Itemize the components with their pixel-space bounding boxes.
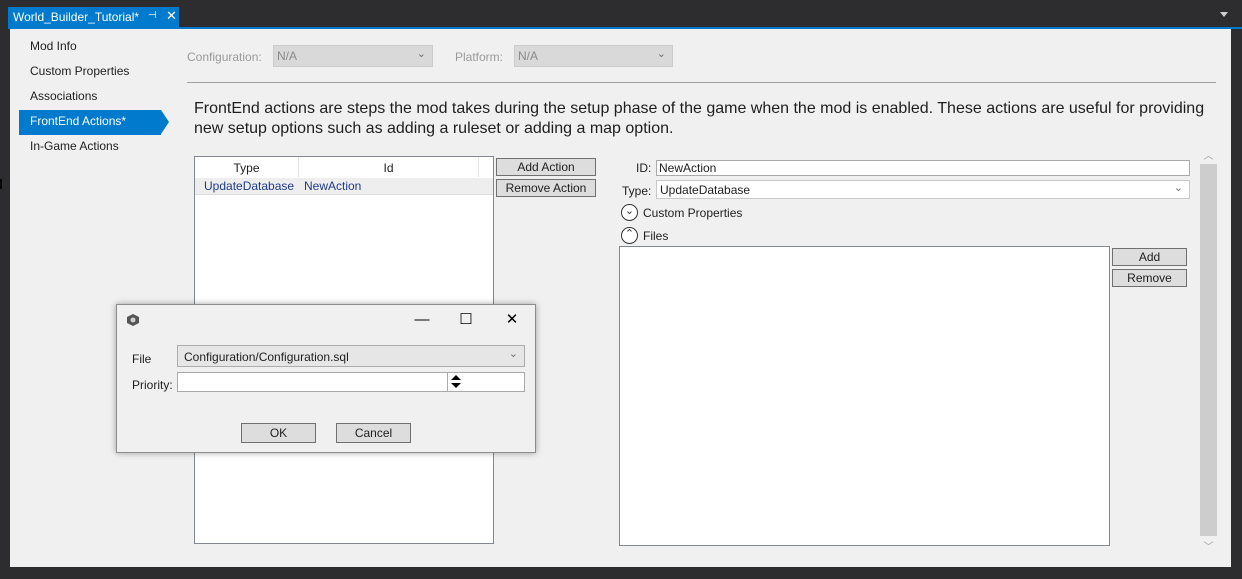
type-select[interactable]: UpdateDatabase ⌄ [656,180,1190,199]
ok-button[interactable]: OK [241,423,316,443]
files-list[interactable] [619,246,1110,546]
table-row[interactable]: UpdateDatabase NewAction [195,178,493,195]
chevron-down-icon: ⌄ [416,48,426,60]
files-label: Files [643,229,669,243]
collapse-files-button[interactable]: ⌃ [621,227,638,244]
minimize-icon[interactable]: — [407,309,437,331]
tab-overflow-dropdown-icon[interactable] [1220,12,1228,17]
add-file-dialog: — ☐ ✕ File Configuration/Configuration.s… [116,304,536,453]
actions-list-header: Type Id [195,157,493,177]
mod-properties-page: Mod Info Custom Properties Associations … [10,29,1231,567]
divider [187,82,1216,83]
configuration-label: Configuration: [187,50,262,64]
remove-action-button[interactable]: Remove Action [496,179,596,197]
column-header-type[interactable]: Type [195,157,299,177]
close-icon[interactable]: ✕ [166,8,177,24]
column-header-id[interactable]: Id [299,157,479,177]
pin-icon[interactable]: ⊣ [148,10,157,21]
type-value: UpdateDatabase [660,183,751,197]
sidebar-item-in-game-actions[interactable]: In-Game Actions [19,135,174,160]
vertical-scrollbar[interactable]: ︿ ﹀ [1200,147,1217,554]
configuration-select[interactable]: N/A ⌄ [273,45,433,67]
configuration-value: N/A [277,49,298,63]
file-label: File [132,352,152,366]
priority-label: Priority: [132,378,173,392]
cancel-button[interactable]: Cancel [336,423,411,443]
stepper-down-icon[interactable] [451,383,461,388]
row-type-cell: UpdateDatabase [204,179,295,193]
page-description: FrontEnd actions are steps the mod takes… [194,100,1205,137]
id-label: ID: [636,161,652,175]
maximize-icon[interactable]: ☐ [451,309,481,331]
stepper-up-icon[interactable] [451,375,461,380]
file-value: Configuration/Configuration.sql [184,350,349,364]
add-file-button[interactable]: Add [1112,248,1187,266]
row-id-cell: NewAction [304,179,362,193]
edge-marker [0,179,2,189]
chevron-down-icon: ⌄ [1173,182,1183,194]
platform-value: N/A [518,49,539,63]
sidebar-item-custom-properties[interactable]: Custom Properties [19,60,174,85]
chevron-up-icon: ⌃ [624,228,635,240]
id-input[interactable]: NewAction [656,160,1190,176]
document-tab[interactable]: World_Builder_Tutorial* ⊣ ✕ [8,7,179,27]
custom-properties-label: Custom Properties [643,206,743,220]
sidebar-item-frontend-actions[interactable]: FrontEnd Actions* [19,110,169,135]
document-tab-title: World_Builder_Tutorial* [13,10,140,24]
file-select[interactable]: Configuration/Configuration.sql ⌄ [177,345,525,367]
remove-file-button[interactable]: Remove [1112,269,1187,287]
close-icon[interactable]: ✕ [497,309,527,331]
chevron-down-icon: ⌄ [508,348,518,360]
platform-select[interactable]: N/A ⌄ [514,45,673,67]
type-label: Type: [622,184,652,198]
scroll-down-icon[interactable]: ﹀ [1200,538,1217,553]
add-action-button[interactable]: Add Action [496,158,596,176]
sidebar-item-mod-info[interactable]: Mod Info [19,35,174,60]
chevron-down-icon: ⌄ [624,205,635,217]
platform-label: Platform: [455,50,504,64]
chevron-down-icon: ⌄ [656,48,666,60]
document-tab-bar: World_Builder_Tutorial* ⊣ ✕ [0,0,1242,28]
sidebar-nav: Mod Info Custom Properties Associations … [19,35,174,160]
app-icon [127,314,139,326]
expand-custom-properties-button[interactable]: ⌄ [621,204,638,221]
scroll-thumb[interactable] [1200,164,1217,536]
sidebar-item-associations[interactable]: Associations [19,85,174,110]
priority-input[interactable] [177,372,525,392]
scroll-up-icon[interactable]: ︿ [1200,147,1217,162]
priority-stepper[interactable] [447,372,464,392]
left-edge [0,29,10,567]
